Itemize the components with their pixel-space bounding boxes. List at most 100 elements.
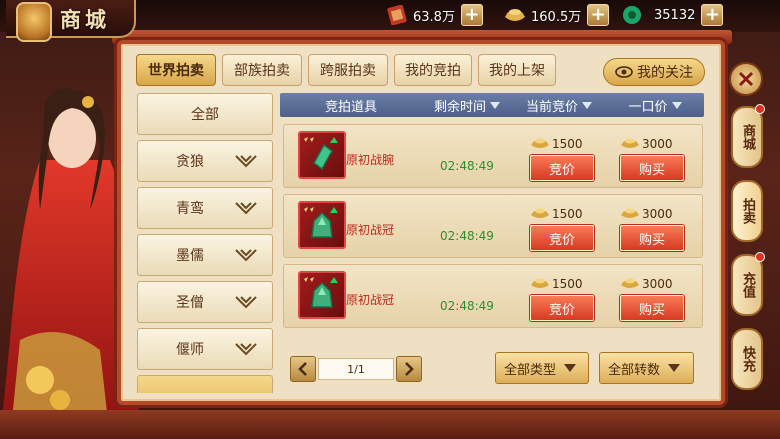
side-tab-quick-recharge[interactable]: 快充	[731, 328, 763, 390]
notification-dot	[755, 104, 765, 114]
item-icon[interactable]	[298, 271, 346, 319]
chevron-left-icon	[298, 362, 307, 376]
category-qingluan[interactable]: 青鸾	[137, 187, 273, 229]
buy-button[interactable]: 购买	[620, 225, 684, 251]
column-buyout[interactable]: 一口价	[606, 96, 704, 115]
notification-dot	[755, 252, 765, 262]
table-header: 竞拍道具 剩余时间 当前竞价 一口价	[280, 93, 704, 117]
item-name: 原初战冠	[346, 293, 395, 307]
side-tab-auction[interactable]: 拍卖	[731, 180, 763, 242]
gold-ingot-icon	[621, 208, 639, 218]
category-label: 偃师	[176, 342, 204, 358]
crown-icon	[304, 277, 338, 308]
item-icon[interactable]	[298, 201, 346, 249]
tab-tribe-auction[interactable]: 部族拍卖	[222, 54, 302, 86]
table-row: 原初战冠 02:48:49 1500 3000 竞价 购买	[283, 194, 703, 258]
bid-button[interactable]: 竞价	[530, 225, 594, 251]
category-label: 墨儒	[176, 248, 204, 264]
bid-button[interactable]: 竞价	[530, 295, 594, 321]
time-remaining: 02:48:49	[440, 229, 494, 243]
category-tanlang[interactable]: 贪狼	[137, 140, 273, 182]
column-time[interactable]: 剩余时间	[422, 96, 512, 115]
dropdown-arrow-icon	[668, 364, 681, 372]
add-gold-ingot-button[interactable]: +	[587, 4, 610, 26]
category-label: 青鸾	[176, 201, 204, 217]
auction-list: 原初战腕 02:48:49 1500 3000 竞价 购买 原初战冠 02:48…	[283, 124, 703, 334]
prev-page-button[interactable]	[290, 356, 316, 382]
tab-cross-server-auction[interactable]: 跨服拍卖	[308, 54, 388, 86]
close-icon	[738, 71, 754, 87]
title-badge: 商城	[6, 0, 136, 42]
chevron-down-icon	[235, 249, 257, 262]
chevron-down-icon	[235, 343, 257, 356]
red-token-icon	[387, 5, 407, 25]
bid-button[interactable]: 竞价	[530, 155, 594, 181]
reincarnation-filter-dropdown[interactable]: 全部转数	[599, 352, 694, 384]
gold-ingot-value: 160.5万	[531, 9, 582, 25]
column-bid[interactable]: 当前竞价	[512, 96, 606, 115]
wrist-armor-icon	[304, 137, 338, 171]
table-row: 原初战腕 02:48:49 1500 3000 竞价 购买	[283, 124, 703, 188]
jade-coin-value: 35132	[654, 7, 696, 23]
add-jade-coin-button[interactable]: +	[701, 4, 724, 26]
lantern-icon	[16, 2, 52, 42]
tab-my-bids[interactable]: 我的竞拍	[394, 54, 472, 86]
gold-ingot-icon	[621, 278, 639, 288]
crown-icon	[304, 207, 338, 238]
category-label: 圣僧	[176, 295, 204, 311]
sort-down-icon	[490, 101, 500, 109]
chevron-down-icon	[235, 296, 257, 309]
chevron-down-icon	[235, 155, 257, 168]
type-filter-dropdown[interactable]: 全部类型	[495, 352, 589, 384]
bottom-decoration	[0, 410, 780, 439]
my-follow-label: 我的关注	[637, 65, 693, 81]
pagination: 1/1	[290, 356, 422, 382]
add-red-token-button[interactable]: +	[460, 4, 483, 26]
my-follow-button[interactable]: 我的关注	[603, 58, 705, 86]
sort-down-icon	[671, 101, 682, 109]
current-bid: 1500	[530, 277, 583, 291]
sort-down-icon	[582, 101, 592, 109]
current-bid: 1500	[530, 137, 583, 151]
next-page-button[interactable]	[396, 356, 422, 382]
currency-red-token: 63.8万 +	[385, 4, 483, 26]
buyout-price: 3000	[620, 137, 673, 151]
category-shengseng[interactable]: 圣僧	[137, 281, 273, 323]
time-remaining: 02:48:49	[440, 299, 494, 313]
close-button[interactable]	[729, 62, 763, 96]
current-bid: 1500	[530, 207, 583, 221]
gold-ingot-icon	[505, 9, 525, 21]
category-more[interactable]	[137, 375, 273, 393]
buy-button[interactable]: 购买	[620, 155, 684, 181]
category-label: 全部	[191, 107, 219, 123]
buyout-price: 3000	[620, 277, 673, 291]
chevron-right-icon	[405, 362, 414, 376]
page-indicator: 1/1	[318, 358, 394, 380]
side-tab-recharge[interactable]: 充值	[731, 252, 765, 316]
currency-gold-ingot: 160.5万 +	[503, 4, 610, 26]
red-token-value: 63.8万	[413, 9, 455, 25]
category-moru[interactable]: 墨儒	[137, 234, 273, 276]
category-all[interactable]: 全部	[137, 93, 273, 135]
tab-world-auction[interactable]: 世界拍卖	[136, 54, 216, 86]
buy-button[interactable]: 购买	[620, 295, 684, 321]
item-icon[interactable]	[298, 131, 346, 179]
table-row: 原初战冠 02:48:49 1500 3000 竞价 购买	[283, 264, 703, 328]
dropdown-arrow-icon	[564, 364, 577, 372]
gold-ingot-icon	[531, 278, 549, 288]
category-yanshi[interactable]: 偃师	[137, 328, 273, 370]
gold-ingot-icon	[531, 138, 549, 148]
tab-my-listings[interactable]: 我的上架	[478, 54, 556, 86]
category-sidebar: 全部 贪狼 青鸾 墨儒 圣僧 偃师	[137, 93, 275, 393]
item-name: 原初战冠	[346, 223, 395, 237]
side-tab-shop[interactable]: 商城	[731, 104, 765, 168]
page-title: 商城	[60, 7, 110, 32]
item-name: 原初战腕	[346, 153, 395, 167]
eye-icon	[615, 66, 633, 78]
category-label: 贪狼	[176, 154, 204, 170]
gold-ingot-icon	[531, 208, 549, 218]
column-item: 竞拍道具	[324, 99, 377, 115]
jade-coin-icon	[623, 6, 641, 24]
chevron-down-icon	[235, 202, 257, 215]
buyout-price: 3000	[620, 207, 673, 221]
